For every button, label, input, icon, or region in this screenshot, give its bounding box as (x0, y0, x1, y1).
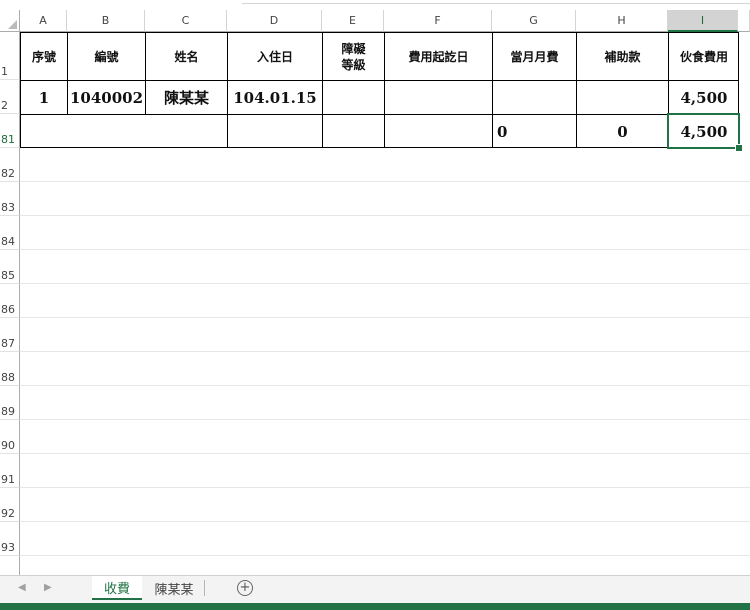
header-subsidy-cell[interactable]: 補助款 (576, 32, 668, 80)
row-header-91[interactable]: 91 (0, 454, 20, 488)
header-checkin-cell[interactable]: 入住日 (227, 32, 322, 80)
header-checkin-label: 入住日 (256, 49, 293, 64)
total-monthly-fee-value: 0 (497, 122, 508, 141)
column-header-j[interactable] (738, 10, 750, 32)
worksheet-grid[interactable]: A B C D E F G H I 1 2 81 82 83 84 85 86 … (0, 10, 750, 575)
total-merged-cell[interactable] (20, 114, 227, 148)
gridline (20, 385, 750, 386)
row-header-1[interactable]: 1 (0, 32, 20, 80)
scroll-tabs-left-icon[interactable]: ◀ (18, 582, 26, 593)
status-bar (0, 603, 750, 610)
header-seq-cell[interactable]: 序號 (20, 32, 67, 80)
column-header-a[interactable]: A (20, 10, 67, 32)
header-seq-label: 序號 (31, 49, 56, 64)
sheet-tab-fees[interactable]: 收費 (92, 576, 142, 600)
header-monthly-fee-cell[interactable]: 當月月費 (492, 32, 576, 80)
data-monthly-fee-cell[interactable] (492, 80, 576, 114)
data-seq-cell[interactable]: 1 (20, 80, 67, 114)
gridline (20, 283, 750, 284)
header-fee-start-label: 費用起訖日 (408, 49, 469, 64)
total-disability-cell[interactable] (322, 114, 384, 148)
row-header-81[interactable]: 81 (0, 114, 20, 148)
row-header-87[interactable]: 87 (0, 318, 20, 352)
row-header-92[interactable]: 92 (0, 488, 20, 522)
data-meal-fee-value: 4,500 (680, 88, 728, 107)
header-disability-cell[interactable]: 障礙 等級 (322, 32, 384, 80)
header-meal-fee-label: 伙食費用 (679, 49, 728, 64)
column-header-e[interactable]: E (322, 10, 384, 32)
data-code-value: 1040002 (69, 88, 144, 107)
scroll-tabs-right-icon[interactable]: ▶ (44, 582, 52, 593)
column-header-c[interactable]: C (145, 10, 227, 32)
header-meal-fee-cell[interactable]: 伙食費用 (668, 32, 739, 80)
gridline (20, 487, 750, 488)
header-code-label: 編號 (94, 49, 119, 64)
data-disability-cell[interactable] (322, 80, 384, 114)
total-checkin-cell[interactable] (227, 114, 322, 148)
select-all-corner[interactable] (0, 10, 20, 32)
row-header-93[interactable]: 93 (0, 522, 20, 556)
data-name-value: 陳某某 (163, 89, 209, 107)
row-header-2[interactable]: 2 (0, 80, 20, 114)
formula-bar-edge (242, 0, 750, 4)
column-header-d[interactable]: D (227, 10, 322, 32)
data-meal-fee-cell[interactable]: 4,500 (668, 80, 739, 114)
column-header-h[interactable]: H (576, 10, 668, 32)
row-header-94[interactable] (0, 556, 20, 575)
row-header-84[interactable]: 84 (0, 216, 20, 250)
data-code-cell[interactable]: 1040002 (67, 80, 145, 114)
sheet-tab-bar: ◀ ▶ 收費 陳某某 + (0, 575, 750, 603)
data-checkin-value: 104.01.15 (233, 88, 317, 107)
row-header-83[interactable]: 83 (0, 182, 20, 216)
total-subsidy-cell[interactable]: 0 (576, 114, 668, 148)
column-header-g[interactable]: G (492, 10, 576, 32)
add-sheet-plus-icon[interactable]: + (237, 580, 253, 596)
gridline (20, 249, 750, 250)
total-fee-start-cell[interactable] (384, 114, 492, 148)
tab-separator (204, 580, 205, 596)
total-subsidy-value: 0 (617, 122, 628, 141)
data-name-cell[interactable]: 陳某某 (145, 80, 227, 114)
gridline (20, 181, 750, 182)
ribbon-bottom-strip (0, 0, 750, 10)
gridline (20, 419, 750, 420)
active-cell-selection[interactable] (667, 113, 740, 149)
gridline (20, 521, 750, 522)
gridline (20, 317, 750, 318)
header-subsidy-label: 補助款 (604, 49, 641, 64)
data-seq-value: 1 (38, 88, 50, 107)
header-code-cell[interactable]: 編號 (67, 32, 145, 80)
data-checkin-cell[interactable]: 104.01.15 (227, 80, 322, 114)
row-header-85[interactable]: 85 (0, 250, 20, 284)
row-header-86[interactable]: 86 (0, 284, 20, 318)
gridline (20, 351, 750, 352)
header-name-cell[interactable]: 姓名 (145, 32, 227, 80)
row-header-90[interactable]: 90 (0, 420, 20, 454)
gridline (20, 215, 750, 216)
row-header-89[interactable]: 89 (0, 386, 20, 420)
data-fee-start-cell[interactable] (384, 80, 492, 114)
total-monthly-fee-cell[interactable]: 0 (492, 114, 576, 148)
fill-handle[interactable] (735, 144, 743, 152)
select-all-triangle-icon (8, 20, 17, 29)
header-disability-label-2: 等級 (341, 57, 366, 72)
gridline (20, 453, 750, 454)
data-subsidy-cell[interactable] (576, 80, 668, 114)
row-header-82[interactable]: 82 (0, 148, 20, 182)
column-header-b[interactable]: B (67, 10, 145, 32)
column-header-f[interactable]: F (384, 10, 492, 32)
gridline (20, 555, 750, 556)
sheet-tab-person[interactable]: 陳某某 (144, 576, 204, 600)
header-fee-start-cell[interactable]: 費用起訖日 (384, 32, 492, 80)
header-monthly-fee-label: 當月月費 (510, 49, 559, 64)
column-header-i[interactable]: I (668, 10, 738, 32)
header-name-label: 姓名 (174, 49, 199, 64)
row-header-88[interactable]: 88 (0, 352, 20, 386)
header-disability-label-1: 障礙 (341, 41, 366, 56)
